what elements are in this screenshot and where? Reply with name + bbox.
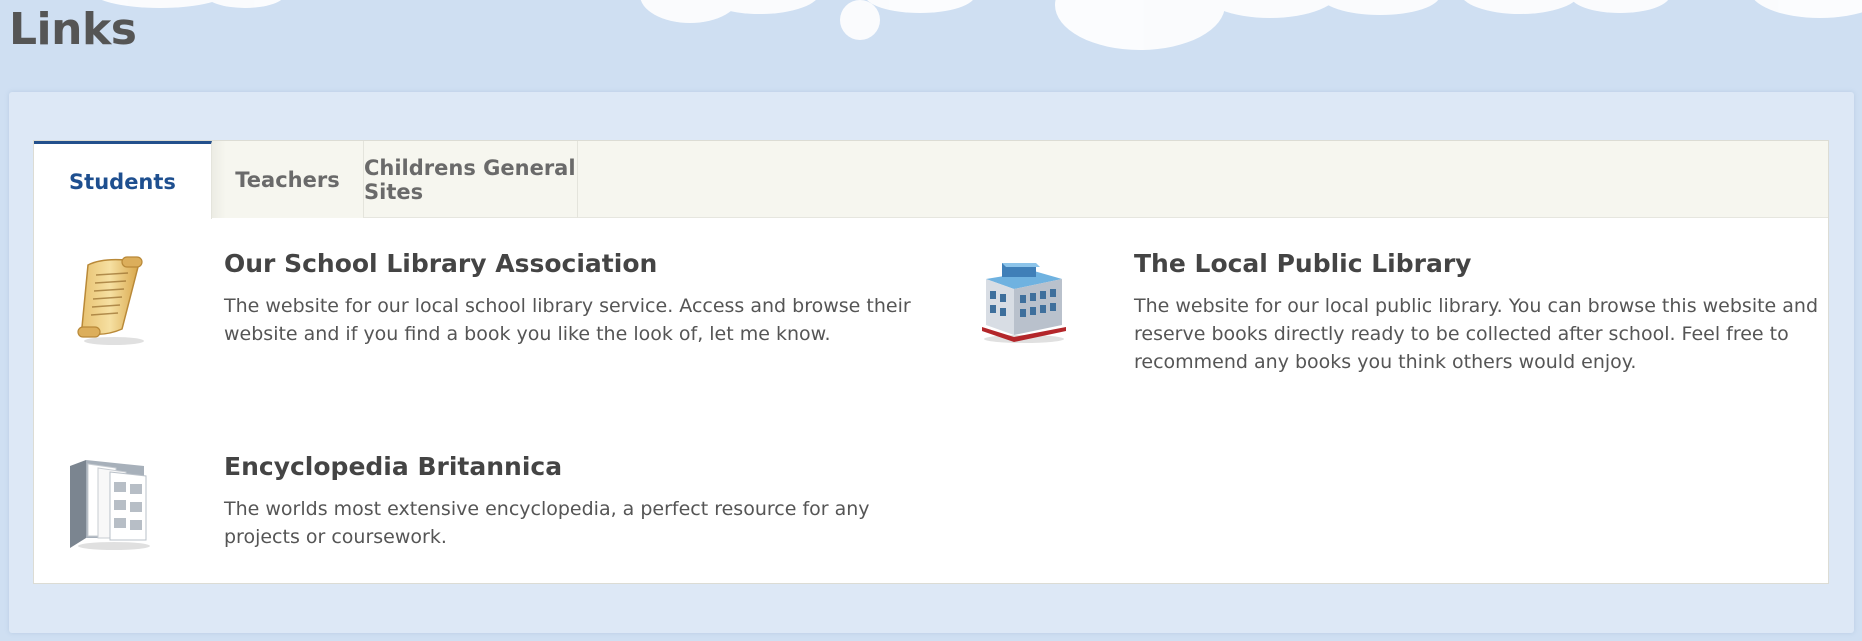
- clouds-decoration: [101, 0, 1862, 50]
- links-panel: Students Teachers Childrens General Site…: [9, 92, 1854, 633]
- tab-students[interactable]: Students: [34, 141, 212, 219]
- link-description: The worlds most extensive encyclopedia, …: [224, 498, 870, 548]
- link-title[interactable]: Encyclopedia Britannica: [224, 452, 562, 481]
- library-building-icon[interactable]: [974, 249, 1074, 349]
- tabs-container: Students Teachers Childrens General Site…: [33, 140, 1829, 584]
- book-icon[interactable]: [64, 452, 164, 552]
- link-description: The website for our local school library…: [224, 295, 911, 345]
- link-title[interactable]: The Local Public Library: [1134, 249, 1471, 278]
- link-description: The website for our local public library…: [1134, 295, 1819, 373]
- scroll-icon[interactable]: [64, 249, 164, 349]
- tab-teachers[interactable]: Teachers: [212, 141, 364, 218]
- tab-strip: Students Teachers Childrens General Site…: [34, 141, 1828, 219]
- link-title[interactable]: Our School Library Association: [224, 249, 657, 278]
- tab-childrens-general-sites[interactable]: Childrens General Sites: [364, 141, 578, 218]
- page-title: Links: [9, 4, 137, 55]
